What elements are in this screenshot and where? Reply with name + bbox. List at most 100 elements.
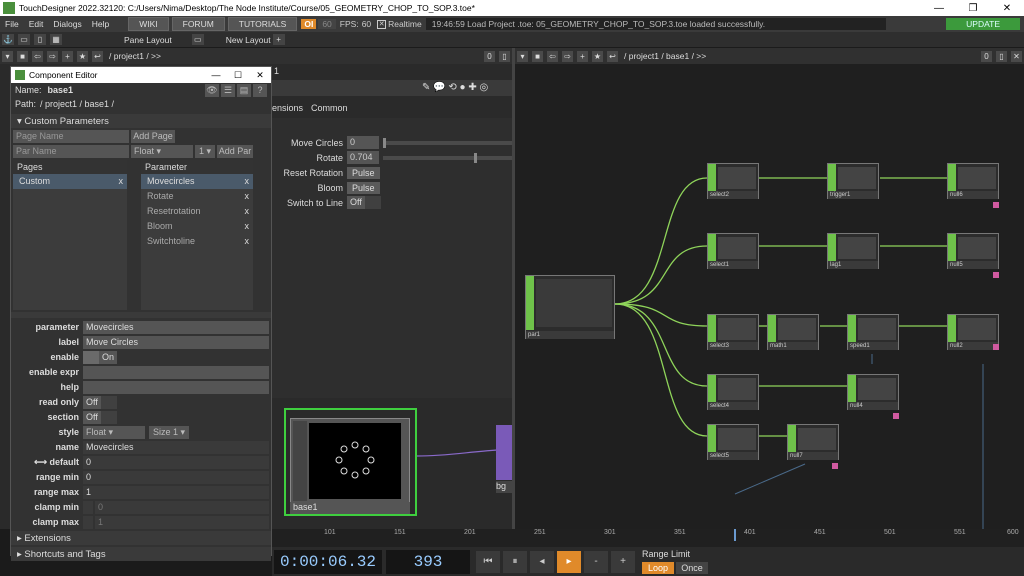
delete-icon[interactable]: x bbox=[245, 234, 250, 249]
loop-button[interactable]: Loop bbox=[642, 562, 674, 574]
help-field[interactable] bbox=[83, 380, 269, 394]
zero-icon[interactable]: 0 bbox=[981, 50, 992, 62]
add-layout-icon[interactable]: + bbox=[272, 34, 285, 45]
param-tool-icons[interactable]: ✎ 💬 ⟲ ● ✚ ◎ bbox=[422, 82, 488, 93]
null4-node[interactable]: null4 bbox=[847, 374, 899, 410]
new-layout-label[interactable]: New Layout bbox=[226, 35, 271, 45]
clamp-min-field[interactable]: 0 bbox=[95, 500, 269, 514]
forum-button[interactable]: FORUM bbox=[171, 17, 225, 31]
update-button[interactable]: UPDATE bbox=[946, 18, 1020, 30]
expand-icon[interactable]: ▸ bbox=[17, 533, 22, 544]
pane-split-icon[interactable]: ▭ bbox=[18, 34, 30, 45]
null5-node[interactable]: null5 bbox=[947, 233, 999, 269]
delete-icon[interactable]: x bbox=[245, 219, 250, 234]
forward-icon[interactable]: ⇨ bbox=[47, 50, 58, 62]
menu-file[interactable]: File bbox=[0, 19, 24, 29]
ce-close-icon[interactable]: ✕ bbox=[249, 70, 271, 81]
tutorials-button[interactable]: TUTORIALS bbox=[227, 17, 298, 31]
play-reverse-icon[interactable]: ◂ bbox=[530, 551, 554, 573]
splitter-handle[interactable] bbox=[11, 312, 271, 318]
par-type-select[interactable]: Float ▾ bbox=[131, 145, 193, 158]
view-icon[interactable]: 👁 bbox=[205, 83, 219, 97]
close-icon[interactable]: ✕ bbox=[990, 3, 1024, 14]
param-item[interactable]: Rotate x bbox=[141, 189, 253, 204]
lag1-node[interactable]: lag1 bbox=[827, 233, 879, 269]
page-item[interactable]: Custom x bbox=[13, 174, 127, 189]
return-icon[interactable]: ↩ bbox=[92, 50, 103, 62]
section-toggle[interactable]: Off bbox=[83, 410, 101, 424]
param-item[interactable]: Bloom x bbox=[141, 219, 253, 234]
return-icon[interactable]: ↩ bbox=[607, 50, 618, 62]
null6-node[interactable]: null6 bbox=[947, 163, 999, 199]
list-icon[interactable]: ☰ bbox=[221, 83, 235, 97]
menu-down-icon[interactable]: ▾ bbox=[2, 50, 13, 62]
null2-node[interactable]: null2 bbox=[947, 314, 999, 350]
enable-toggle[interactable]: On bbox=[99, 350, 118, 364]
left-path[interactable]: / project1 / >> bbox=[109, 51, 161, 61]
select4-node[interactable]: select4 bbox=[707, 374, 759, 410]
add-par-button[interactable]: Add Par bbox=[217, 145, 253, 158]
star-icon[interactable]: ★ bbox=[77, 50, 88, 62]
minimize-icon[interactable]: — bbox=[922, 3, 956, 14]
param-item[interactable]: Resetrotation x bbox=[141, 204, 253, 219]
once-button[interactable]: Once bbox=[676, 562, 708, 574]
add-icon[interactable]: + bbox=[62, 50, 73, 62]
close-pane-icon[interactable]: ✕ bbox=[1011, 50, 1022, 62]
tab-extensions[interactable]: ensions bbox=[272, 103, 303, 113]
null2-flag-icon[interactable] bbox=[993, 344, 999, 350]
speed1-node[interactable]: speed1 bbox=[847, 314, 899, 350]
pane-grid-icon[interactable]: ▦ bbox=[50, 34, 62, 45]
expand-icon[interactable]: ▸ bbox=[17, 549, 22, 560]
frame-display[interactable]: 393 bbox=[386, 550, 470, 574]
play-icon[interactable]: ▸ bbox=[557, 551, 581, 573]
add-page-button[interactable]: Add Page bbox=[131, 130, 175, 143]
bg-node[interactable] bbox=[496, 425, 512, 480]
expand-icon[interactable]: ▾ bbox=[17, 116, 22, 127]
null7-node[interactable]: null7 bbox=[787, 424, 839, 460]
realtime-checkbox[interactable]: ✕ bbox=[377, 19, 387, 29]
wiki-button[interactable]: WIKI bbox=[128, 17, 169, 31]
null7-flag-icon[interactable] bbox=[832, 463, 838, 469]
custom-params-header[interactable]: Custom Parameters bbox=[24, 116, 108, 127]
switch-to-line-toggle[interactable]: Off bbox=[347, 196, 365, 209]
help-icon[interactable]: ? bbox=[253, 83, 267, 97]
playhead[interactable] bbox=[734, 529, 736, 541]
step-forward-icon[interactable]: + bbox=[611, 551, 635, 573]
anchor-icon[interactable]: ⚓ bbox=[2, 34, 14, 45]
range-max-field[interactable]: 1 bbox=[83, 485, 269, 499]
range-min-field[interactable]: 0 bbox=[83, 470, 269, 484]
math1-node[interactable]: math1 bbox=[767, 314, 819, 350]
star-icon[interactable]: ★ bbox=[592, 50, 603, 62]
delete-icon[interactable]: x bbox=[245, 189, 250, 204]
extensions-header[interactable]: Extensions bbox=[24, 533, 70, 544]
ce-maximize-icon[interactable]: ☐ bbox=[227, 70, 249, 81]
menu-dialogs[interactable]: Dialogs bbox=[48, 19, 86, 29]
step-back-icon[interactable]: - bbox=[584, 551, 608, 573]
par-name-input[interactable]: Par Name bbox=[13, 145, 129, 158]
rotate-slider[interactable] bbox=[383, 152, 512, 163]
back-icon[interactable]: ⇦ bbox=[547, 50, 558, 62]
rewind-icon[interactable]: ⏮ bbox=[476, 551, 500, 573]
text-icon[interactable]: ▤ bbox=[237, 83, 251, 97]
select5-node[interactable]: select5 bbox=[707, 424, 759, 460]
pause-icon[interactable]: ⏸ bbox=[503, 551, 527, 573]
parameter-field[interactable]: Movecircles bbox=[83, 320, 269, 334]
param-item[interactable]: Switchtoline x bbox=[141, 234, 253, 249]
move-circles-field[interactable]: 0 bbox=[347, 136, 379, 149]
stop-icon[interactable]: ■ bbox=[532, 50, 543, 62]
delete-icon[interactable]: x bbox=[245, 204, 250, 219]
pane-layout-label[interactable]: Pane Layout bbox=[124, 35, 172, 45]
param-item[interactable]: Movecircles x bbox=[141, 174, 253, 189]
stop-icon[interactable]: ■ bbox=[17, 50, 28, 62]
enable-expr-field[interactable] bbox=[83, 365, 269, 379]
maximize-icon[interactable]: ❐ bbox=[956, 3, 990, 14]
back-icon[interactable]: ⇦ bbox=[32, 50, 43, 62]
forward-icon[interactable]: ⇨ bbox=[562, 50, 573, 62]
shortcuts-header[interactable]: Shortcuts and Tags bbox=[24, 549, 105, 560]
menu-edit[interactable]: Edit bbox=[24, 19, 49, 29]
right-path[interactable]: / project1 / base1 / >> bbox=[624, 51, 706, 61]
read-only-toggle[interactable]: Off bbox=[83, 395, 101, 409]
zero-icon[interactable]: 0 bbox=[484, 50, 495, 62]
add-icon[interactable]: + bbox=[577, 50, 588, 62]
delete-icon[interactable]: x bbox=[245, 174, 250, 189]
